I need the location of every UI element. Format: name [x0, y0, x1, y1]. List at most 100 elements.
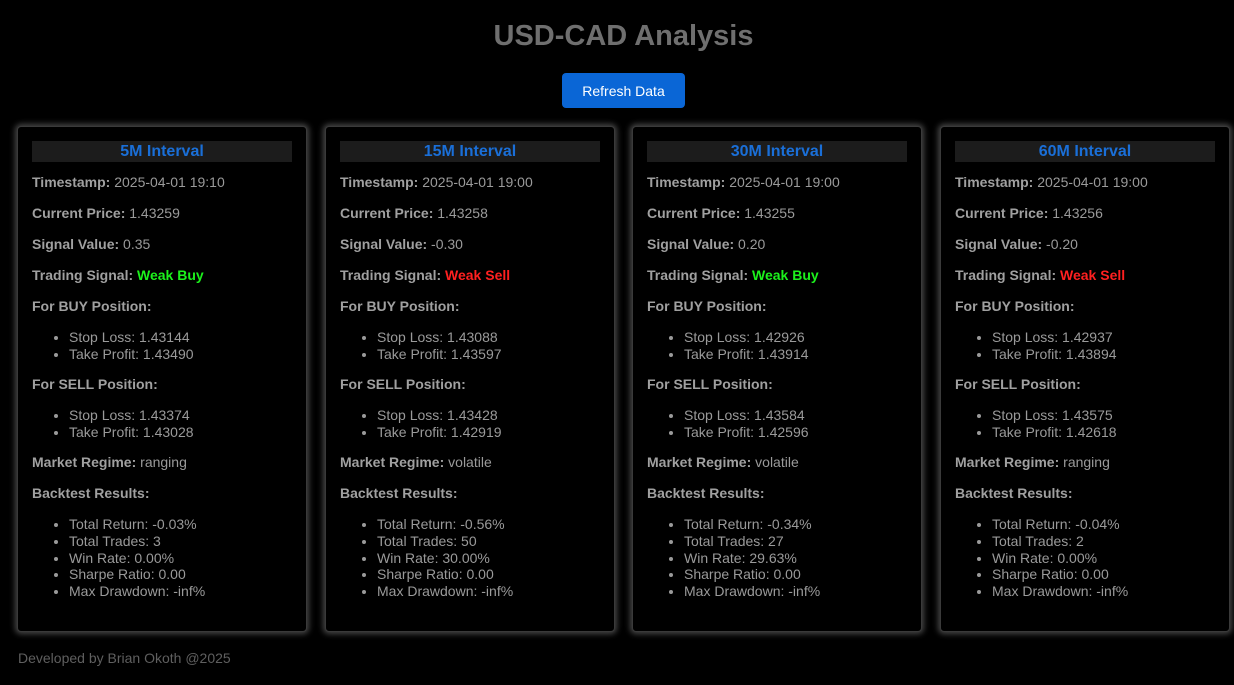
- buy-stop-loss: Stop Loss: 1.42937: [992, 329, 1215, 346]
- sell-stop-loss: Stop Loss: 1.43575: [992, 407, 1215, 424]
- trading-signal-row: Trading Signal: Weak Buy: [647, 267, 907, 284]
- backtest-sharpe-ratio: Sharpe Ratio: 0.00: [377, 566, 600, 583]
- page: USD-CAD Analysis Refresh Data 5M Interva…: [0, 0, 1234, 685]
- backtest-max-drawdown: Max Drawdown: -inf%: [69, 583, 292, 600]
- sell-position-heading: For SELL Position:: [955, 376, 1081, 393]
- interval-card-5m: 5M Interval Timestamp: 2025-04-01 19:10 …: [17, 126, 307, 632]
- sell-position-heading: For SELL Position:: [32, 376, 158, 393]
- buy-position-heading: For BUY Position:: [955, 298, 1075, 314]
- buy-take-profit: Take Profit: 1.43914: [684, 346, 907, 363]
- sell-take-profit: Take Profit: 1.42596: [684, 424, 907, 441]
- timestamp-row: Timestamp: 2025-04-01 19:00: [340, 174, 600, 191]
- current-price-value: 1.43258: [437, 205, 488, 221]
- backtest-results-heading: Backtest Results:: [647, 485, 765, 502]
- backtest-sharpe-ratio: Sharpe Ratio: 0.00: [992, 566, 1215, 583]
- backtest-total-trades: Total Trades: 50: [377, 533, 600, 550]
- buy-stop-loss: Stop Loss: 1.42926: [684, 329, 907, 346]
- signal-value-row: Signal Value: 0.35: [32, 236, 292, 253]
- footer-credit: Developed by Brian Okoth @2025: [18, 650, 231, 666]
- backtest-results-heading: Backtest Results:: [955, 485, 1073, 502]
- market-regime-label: Market Regime:: [32, 454, 137, 471]
- sell-take-profit: Take Profit: 1.42618: [992, 424, 1215, 441]
- interval-card-15m: 15M Interval Timestamp: 2025-04-01 19:00…: [325, 126, 615, 632]
- trading-signal-label: Trading Signal:: [955, 267, 1057, 283]
- timestamp-row: Timestamp: 2025-04-01 19:00: [647, 174, 907, 191]
- signal-value-row: Signal Value: -0.30: [340, 236, 600, 253]
- card-title: 5M Interval: [32, 141, 292, 162]
- backtest-sharpe-ratio: Sharpe Ratio: 0.00: [69, 566, 292, 583]
- timestamp-value: 2025-04-01 19:10: [114, 174, 225, 190]
- backtest-win-rate: Win Rate: 0.00%: [69, 550, 292, 567]
- signal-value-label: Signal Value:: [955, 236, 1043, 252]
- buy-stop-loss: Stop Loss: 1.43088: [377, 329, 600, 346]
- signal-value-value: 0.35: [123, 236, 151, 252]
- backtest-results-heading: Backtest Results:: [340, 485, 458, 502]
- timestamp-label: Timestamp:: [340, 174, 419, 190]
- trading-signal-value: Weak Buy: [137, 267, 204, 283]
- current-price-value: 1.43259: [129, 205, 180, 221]
- trading-signal-label: Trading Signal:: [647, 267, 749, 283]
- sell-position-list: Stop Loss: 1.43428 Take Profit: 1.42919: [340, 407, 600, 440]
- buy-take-profit: Take Profit: 1.43597: [377, 346, 600, 363]
- backtest-total-trades: Total Trades: 3: [69, 533, 292, 550]
- current-price-label: Current Price:: [340, 205, 434, 221]
- backtest-win-rate: Win Rate: 29.63%: [684, 550, 907, 567]
- signal-value-value: -0.30: [431, 236, 463, 252]
- backtest-results-list: Total Return: -0.04% Total Trades: 2 Win…: [955, 516, 1215, 599]
- market-regime-label: Market Regime:: [340, 454, 445, 471]
- signal-value-row: Signal Value: -0.20: [955, 236, 1215, 253]
- backtest-win-rate: Win Rate: 30.00%: [377, 550, 600, 567]
- market-regime-value: ranging: [1063, 454, 1110, 471]
- market-regime-label: Market Regime:: [955, 454, 1060, 471]
- market-regime-row: Market Regime: ranging: [955, 454, 1215, 471]
- market-regime-value: volatile: [755, 454, 799, 471]
- backtest-results-list: Total Return: -0.34% Total Trades: 27 Wi…: [647, 516, 907, 599]
- trading-signal-value: Weak Sell: [445, 267, 511, 283]
- trading-signal-label: Trading Signal:: [32, 267, 134, 283]
- market-regime-row: Market Regime: volatile: [340, 454, 600, 471]
- buy-position-list: Stop Loss: 1.43144 Take Profit: 1.43490: [32, 329, 292, 362]
- signal-value-value: 0.20: [738, 236, 766, 252]
- signal-value-label: Signal Value:: [647, 236, 735, 252]
- refresh-data-button[interactable]: Refresh Data: [562, 73, 685, 108]
- interval-card-60m: 60M Interval Timestamp: 2025-04-01 19:00…: [940, 126, 1230, 632]
- current-price-value: 1.43256: [1052, 205, 1103, 221]
- signal-value-value: -0.20: [1046, 236, 1078, 252]
- backtest-total-return: Total Return: -0.56%: [377, 516, 600, 533]
- timestamp-value: 2025-04-01 19:00: [729, 174, 840, 190]
- signal-value-row: Signal Value: 0.20: [647, 236, 907, 253]
- current-price-label: Current Price:: [647, 205, 741, 221]
- backtest-max-drawdown: Max Drawdown: -inf%: [377, 583, 600, 600]
- sell-take-profit: Take Profit: 1.43028: [69, 424, 292, 441]
- sell-position-list: Stop Loss: 1.43584 Take Profit: 1.42596: [647, 407, 907, 440]
- signal-value-label: Signal Value:: [32, 236, 120, 252]
- buy-position-heading: For BUY Position:: [32, 298, 152, 314]
- current-price-row: Current Price: 1.43259: [32, 205, 292, 222]
- sell-stop-loss: Stop Loss: 1.43428: [377, 407, 600, 424]
- backtest-sharpe-ratio: Sharpe Ratio: 0.00: [684, 566, 907, 583]
- sell-stop-loss: Stop Loss: 1.43584: [684, 407, 907, 424]
- current-price-row: Current Price: 1.43258: [340, 205, 600, 222]
- timestamp-row: Timestamp: 2025-04-01 19:10: [32, 174, 292, 191]
- backtest-total-return: Total Return: -0.34%: [684, 516, 907, 533]
- sell-position-heading: For SELL Position:: [647, 376, 773, 393]
- timestamp-label: Timestamp:: [32, 174, 111, 190]
- buy-position-list: Stop Loss: 1.43088 Take Profit: 1.43597: [340, 329, 600, 362]
- market-regime-row: Market Regime: ranging: [32, 454, 292, 471]
- buy-position-heading: For BUY Position:: [647, 298, 767, 314]
- backtest-total-trades: Total Trades: 2: [992, 533, 1215, 550]
- trading-signal-row: Trading Signal: Weak Sell: [340, 267, 600, 284]
- buy-position-heading: For BUY Position:: [340, 298, 460, 314]
- buy-position-list: Stop Loss: 1.42937 Take Profit: 1.43894: [955, 329, 1215, 362]
- timestamp-label: Timestamp:: [955, 174, 1034, 190]
- market-regime-label: Market Regime:: [647, 454, 752, 471]
- backtest-results-list: Total Return: -0.56% Total Trades: 50 Wi…: [340, 516, 600, 599]
- buy-take-profit: Take Profit: 1.43490: [69, 346, 292, 363]
- backtest-total-return: Total Return: -0.03%: [69, 516, 292, 533]
- backtest-total-trades: Total Trades: 27: [684, 533, 907, 550]
- page-title: USD-CAD Analysis: [493, 20, 754, 52]
- buy-stop-loss: Stop Loss: 1.43144: [69, 329, 292, 346]
- card-title: 15M Interval: [340, 141, 600, 162]
- current-price-label: Current Price:: [955, 205, 1049, 221]
- current-price-value: 1.43255: [744, 205, 795, 221]
